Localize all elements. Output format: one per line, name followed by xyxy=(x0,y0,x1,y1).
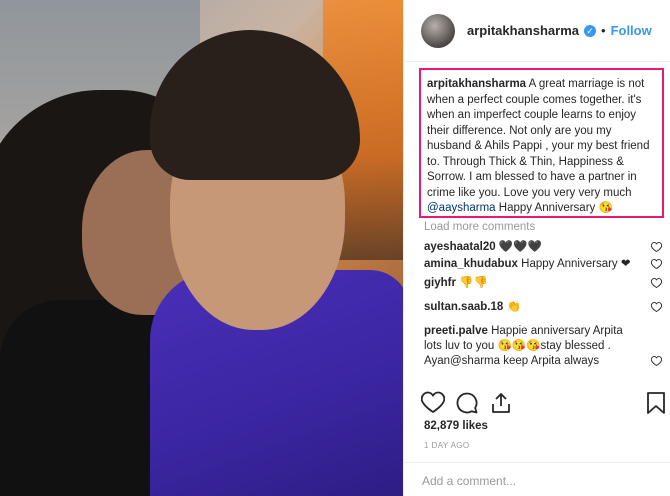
post-caption: arpitakhansharma A great marriage is not… xyxy=(419,68,664,218)
header-username[interactable]: arpitakhansharma xyxy=(467,23,579,38)
add-comment-bar xyxy=(404,462,670,496)
comment-item: giyhfr 👎👎 xyxy=(424,276,664,291)
comment-text: 👎👎 xyxy=(455,277,488,289)
comments-list: ayeshaatal20 🖤🖤🖤 amina_khudabux Happy An… xyxy=(424,240,664,369)
comment-item: sultan.saab.18 👏 xyxy=(424,300,664,315)
post-side-panel: arpitakhansharma ✓ • Follow arpitakhansh… xyxy=(403,0,670,496)
comment-username[interactable]: sultan.saab.18 xyxy=(424,301,503,313)
post-actions-bar xyxy=(421,391,667,415)
caption-mention-link[interactable]: @aaysharma xyxy=(427,202,496,214)
heart-icon[interactable] xyxy=(651,278,662,288)
post-photo[interactable] xyxy=(0,0,403,496)
caption-text: A great marriage is not when a perfect c… xyxy=(427,78,650,199)
comment-item: amina_khudabux Happy Anniversary ❤ xyxy=(424,257,664,272)
comment-text: Happy Anniversary ❤ xyxy=(517,258,631,270)
heart-icon[interactable] xyxy=(651,302,662,312)
header-separator: • xyxy=(601,23,606,38)
comment-username[interactable]: giyhfr xyxy=(424,277,456,289)
comment-username[interactable]: ayeshaatal20 xyxy=(424,241,496,253)
caption-username[interactable]: arpitakhansharma xyxy=(427,78,526,90)
post-timestamp[interactable]: 1 DAY AGO xyxy=(424,441,470,450)
add-comment-input[interactable] xyxy=(422,474,653,488)
like-heart-icon[interactable] xyxy=(421,391,445,415)
avatar[interactable] xyxy=(421,13,455,48)
verified-badge-icon: ✓ xyxy=(584,24,596,37)
follow-button[interactable]: Follow xyxy=(611,23,652,38)
bookmark-icon[interactable] xyxy=(645,391,667,415)
heart-icon[interactable] xyxy=(651,356,662,366)
comment-text: 👏 xyxy=(503,301,521,313)
heart-icon[interactable] xyxy=(651,259,662,269)
share-icon[interactable] xyxy=(489,391,513,415)
comment-item: preeti.palve Happie anniversary Arpita l… xyxy=(424,324,664,369)
comment-username[interactable]: amina_khudabux xyxy=(424,258,518,270)
comment-item: ayeshaatal20 🖤🖤🖤 xyxy=(424,240,664,255)
load-more-comments-button[interactable]: Load more comments xyxy=(424,221,535,233)
comment-username[interactable]: preeti.palve xyxy=(424,325,488,337)
heart-icon[interactable] xyxy=(651,242,662,252)
post-header: arpitakhansharma ✓ • Follow xyxy=(404,0,670,62)
comment-text: 🖤🖤🖤 xyxy=(495,241,542,253)
comment-bubble-icon[interactable] xyxy=(455,391,479,415)
caption-tail: Happy Anniversary 😘 xyxy=(495,202,613,214)
likes-count[interactable]: 82,879 likes xyxy=(424,420,488,432)
